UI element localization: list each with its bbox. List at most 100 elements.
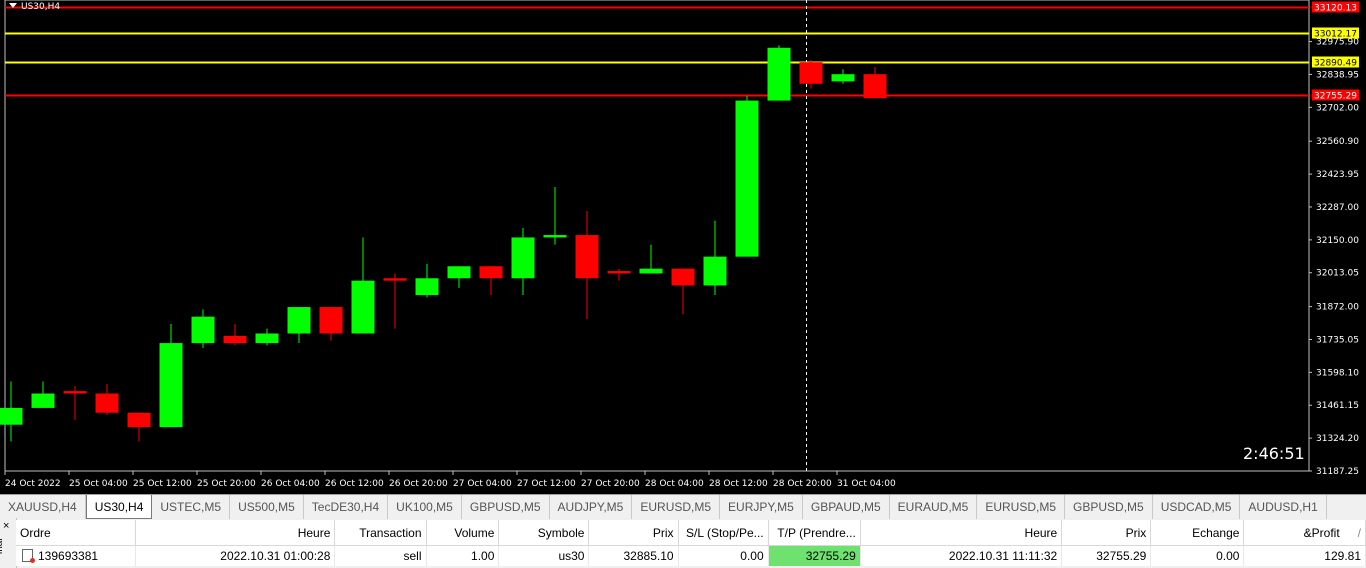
y-tick-label: 32013.05 [1316,269,1359,279]
candle-body [607,271,631,274]
sort-indicator: / [1357,525,1361,540]
chart-tab[interactable]: US500,M5 [230,495,304,519]
cell-profit: 129.81 [1243,545,1366,566]
candle-body [127,412,151,428]
x-tick-label: 26 Oct 04:00 [261,479,320,489]
profit-header-text: &Profit [1303,525,1340,540]
cell-price: 32885.10 [588,545,679,566]
col-header-tp[interactable]: T/P (Prendre... [768,520,861,546]
col-header-profit[interactable]: &Profit / [1243,520,1366,546]
candle-body [863,74,887,99]
y-tick-label: 32975.90 [1316,38,1359,48]
bar-countdown-timer: 2:46:51 [1243,444,1305,463]
candle-body [735,100,759,257]
chart-tab[interactable]: GBPUSD,M5 [462,495,550,519]
candle-body [223,335,247,344]
candle-body [383,278,407,281]
chart-tab[interactable]: EURUSD,M5 [632,495,721,519]
chart-menu-icon[interactable] [9,3,17,8]
x-tick-label: 25 Oct 12:00 [133,479,192,489]
candle-body [287,307,311,334]
chart-tab[interactable]: AUDJPY,M5 [550,495,633,519]
x-tick-label: 27 Oct 04:00 [453,479,512,489]
candle-body [319,307,343,334]
y-tick-label: 31461.15 [1316,401,1359,411]
col-header-order[interactable]: Ordre [16,520,136,546]
x-tick-label: 27 Oct 12:00 [517,479,576,489]
cell-order: 139693381 [16,545,136,566]
x-tick-label: 28 Oct 12:00 [709,479,768,489]
candle-body [447,266,471,279]
y-tick-label: 31187.25 [1316,467,1359,477]
col-header-symbol[interactable]: Symbole [498,520,590,546]
candle-body [0,407,23,425]
col-header-close-time[interactable]: Heure [860,520,1063,546]
chart-tab[interactable]: USTEC,M5 [152,495,231,519]
chart-tab[interactable]: AUDUSD,H1 [1240,495,1327,519]
chart-tab[interactable]: GBPUSD,M5 [1065,495,1153,519]
chart-tab[interactable]: EURJPY,M5 [720,495,803,519]
candle-body [511,237,535,279]
y-tick-label: 32150.00 [1316,236,1359,246]
x-tick-label: 26 Oct 20:00 [389,479,448,489]
terminal-side-label: inal [0,538,5,554]
candle-body [159,343,183,428]
col-header-time[interactable]: Heure [135,520,336,546]
candle-body [703,256,727,286]
x-tick-label: 25 Oct 20:00 [197,479,256,489]
x-tick-label: 24 Oct 2022 [5,479,61,489]
candle-body [255,333,279,344]
y-tick-label: 32560.90 [1316,137,1359,147]
candle-body [831,74,855,82]
y-tick-label: 32702.00 [1316,103,1359,113]
close-icon[interactable]: × [3,520,9,532]
candle-body [671,268,695,286]
chart-tab[interactable]: TecDE30,H4 [304,495,389,519]
price-chart[interactable]: 33120.13 33012.17 32890.49 32755.29 32975.90… [0,0,1366,494]
candle-body [575,235,599,279]
y-tick-label: 31598.10 [1316,368,1359,378]
candle-body [799,62,823,84]
chart-tab[interactable]: EURUSD,M5 [977,495,1066,519]
candle-body [479,266,503,279]
cell-close-price: 32755.29 [1061,545,1152,566]
candle-body [415,278,439,296]
chart-tab[interactable]: GBPAUD,M5 [803,495,890,519]
cell-volume: 1.00 [426,545,500,566]
col-header-swap[interactable]: Echange [1150,520,1245,546]
x-tick-label: 31 Oct 04:00 [837,479,896,489]
x-tick-label: 25 Oct 04:00 [69,479,128,489]
cell-type: sell [334,545,427,566]
chart-tab[interactable]: UK100,M5 [388,495,462,519]
col-header-price[interactable]: Prix [588,520,679,546]
chart-symbol-label: US30,H4 [9,2,60,12]
col-header-sl[interactable]: S/L (Stop/Pe... [678,520,769,546]
cell-symbol: us30 [498,545,590,566]
chart-tab[interactable]: USDCAD,M5 [1153,495,1241,519]
chart-tab-bar: XAUUSD,H4 US30,H4 USTEC,M5 US500,M5 TecDE30,… [0,494,1366,519]
y-tick-label: 31324.20 [1316,434,1359,444]
y-tick-label: 31735.05 [1316,335,1359,345]
candle-body [639,268,663,274]
x-tick-label: 28 Oct 04:00 [645,479,704,489]
cell-sl: 0.00 [678,545,769,566]
col-header-volume[interactable]: Volume [426,520,500,546]
candle-body [543,235,567,238]
order-number: 139693381 [38,549,99,563]
chart-tab[interactable]: EURAUD,M5 [890,495,978,519]
candle-body [191,316,215,344]
plot-frame [4,0,1310,472]
col-header-close-price[interactable]: Prix [1061,520,1152,546]
col-header-type[interactable]: Transaction [334,520,427,546]
chart-symbol-text: US30,H4 [21,2,61,12]
chart-tab[interactable]: XAUUSD,H4 [0,495,86,519]
y-tick-label: 32423.95 [1316,170,1359,180]
chart-tab[interactable]: US30,H4 [85,495,153,519]
table-header-row: Ordre Heure Transaction Volume Symbole P… [16,520,1366,546]
x-tick-label: 27 Oct 20:00 [581,479,640,489]
y-tick-label: 32287.00 [1316,203,1359,213]
chart-canvas[interactable]: 33120.1333012.1732890.4932755.2932975.90… [0,0,1366,494]
table-row[interactable]: 139693381 2022.10.31 01:00:28 sell 1.00 … [16,545,1366,566]
y-tick-label: 32838.95 [1316,70,1359,80]
cell-close-time: 2022.10.31 11:11:32 [860,545,1063,566]
